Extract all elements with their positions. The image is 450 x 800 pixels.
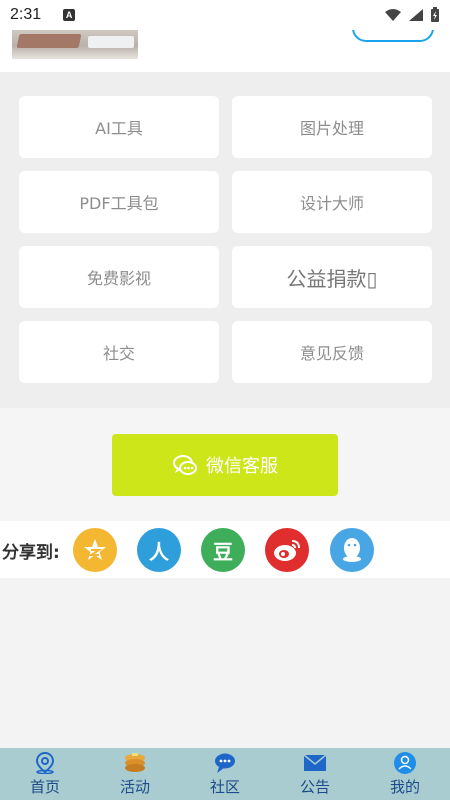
tool-ai[interactable]: AI工具 [19,96,219,158]
tool-free-video[interactable]: 免费影视 [19,246,219,308]
envelope-icon [303,752,327,774]
tool-feedback[interactable]: 意见反馈 [232,321,432,383]
share-label: 分享到: [2,543,60,563]
nav-label: 首页 [29,778,60,796]
nav-item-announcement[interactable]: 公告 [270,748,360,800]
tool-label: 图片处理 [299,119,364,138]
wifi-icon [385,9,401,21]
pancake-stack-icon [123,752,147,774]
banner-image[interactable] [12,30,138,59]
top-banner-strip [0,30,450,72]
nav-label: 社区 [209,778,240,796]
bottom-nav: 首页 活动 社区 公告 我的 [0,748,450,800]
douban-icon: 豆 [213,539,233,564]
share-row: 分享到: 人 豆 [0,521,450,578]
battery-icon [431,7,439,22]
wechat-service-button[interactable]: 微信客服 [112,434,338,496]
tool-design-master[interactable]: 设计大师 [232,171,432,233]
service-area: 微信客服 [0,408,450,521]
nav-item-activity[interactable]: 活动 [90,748,180,800]
signal-icon [409,9,423,21]
qq-penguin-icon [343,538,361,562]
share-douban-button[interactable]: 豆 [201,528,245,572]
person-icon [393,752,417,774]
status-bar: 2:31 A [0,0,450,30]
chat-bubble-icon [173,455,197,475]
nav-label: 公告 [299,778,330,796]
tool-image-processing[interactable]: 图片处理 [232,96,432,158]
status-indicator: A [63,9,76,21]
nav-label: 活动 [119,778,150,796]
share-qq-button[interactable] [330,528,374,572]
banner-laptop [88,36,134,48]
banner-book [16,34,82,48]
wechat-service-label: 微信客服 [206,456,278,477]
tool-label: 设计大师 [299,194,364,213]
tool-social[interactable]: 社交 [19,321,219,383]
tools-grid: AI工具 图片处理 PDF工具包 设计大师 免费影视 公益捐款▯ 社交 意见反馈 [0,72,450,408]
top-action-button[interactable] [352,30,434,42]
tool-label: 公益捐款▯ [286,266,378,291]
tool-label: 社交 [102,344,135,363]
renren-icon: 人 [149,539,169,564]
share-renren-button[interactable]: 人 [137,528,181,572]
nav-label: 我的 [389,778,420,796]
status-icons [384,7,440,23]
share-qzone-button[interactable] [73,528,117,572]
nav-item-home[interactable]: 首页 [0,748,90,800]
nav-item-mine[interactable]: 我的 [360,748,450,800]
tool-pdf[interactable]: PDF工具包 [19,171,219,233]
share-weibo-button[interactable] [265,528,309,572]
tool-label: 意见反馈 [299,344,364,363]
weibo-icon [274,540,300,561]
chat-bubble-icon [213,752,237,774]
tool-label: 免费影视 [86,269,151,288]
location-pin-icon [33,752,57,774]
star-icon [84,539,106,560]
tool-label: AI工具 [95,119,143,138]
tool-label: PDF工具包 [79,194,159,213]
status-time: 2:31 [10,6,42,23]
nav-item-community[interactable]: 社区 [180,748,270,800]
tool-charity-donation[interactable]: 公益捐款▯ [232,246,432,308]
